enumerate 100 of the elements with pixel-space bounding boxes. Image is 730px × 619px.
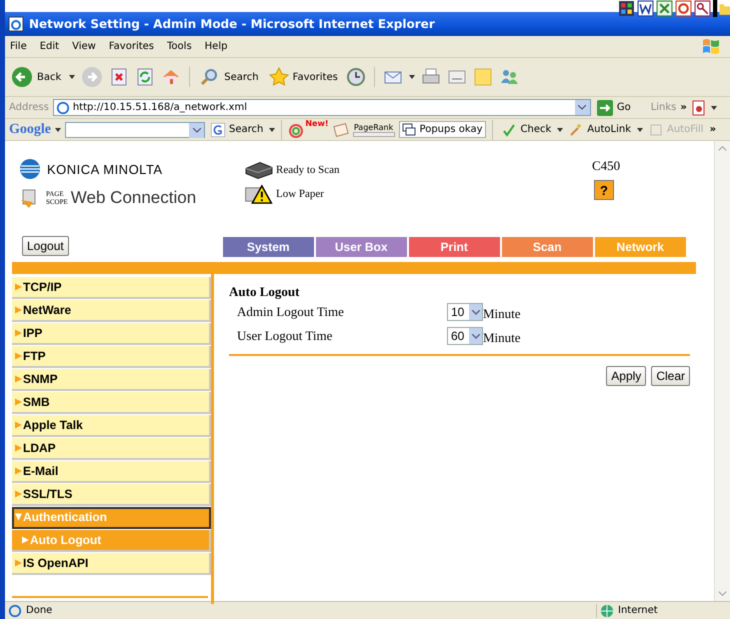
document-icon[interactable] bbox=[637, 0, 654, 17]
menu-item[interactable]: Edit bbox=[40, 41, 60, 52]
dropdown-caret-icon[interactable] bbox=[637, 128, 643, 132]
people-icon[interactable] bbox=[498, 67, 519, 87]
favorites-button[interactable]: Favorites bbox=[266, 67, 340, 87]
spreadsheet-icon[interactable] bbox=[656, 0, 673, 17]
history-icon[interactable] bbox=[346, 67, 366, 87]
address-label: Address bbox=[9, 102, 49, 113]
field-label: Admin Logout Time bbox=[237, 304, 345, 320]
triangle-icon bbox=[15, 352, 22, 360]
sidebar-item[interactable]: SMB bbox=[12, 392, 211, 414]
scanner-icon bbox=[244, 160, 274, 180]
triangle-icon bbox=[14, 514, 22, 520]
refresh-icon[interactable] bbox=[135, 67, 156, 87]
triangle-icon bbox=[15, 306, 22, 314]
model-name: C450 bbox=[592, 158, 620, 174]
pagerank-meter: PageRank bbox=[352, 122, 395, 136]
swirl-icon[interactable] bbox=[288, 122, 304, 138]
go-button[interactable]: Go bbox=[594, 100, 633, 116]
sidebar-item[interactable]: TCP/IP bbox=[12, 277, 211, 299]
triangle-icon bbox=[15, 375, 22, 383]
menu-item[interactable]: View bbox=[72, 41, 96, 52]
product-name: Web Connection bbox=[70, 188, 196, 208]
dropdown-caret-icon[interactable] bbox=[408, 75, 415, 79]
menu-item[interactable]: Help bbox=[204, 41, 228, 52]
back-button[interactable]: Back bbox=[9, 66, 64, 88]
triangle-icon bbox=[15, 444, 22, 452]
dropdown-caret-icon[interactable] bbox=[269, 128, 276, 132]
minutes-select[interactable]: 60 bbox=[447, 327, 483, 345]
folder-icon[interactable] bbox=[713, 0, 730, 17]
page-icon bbox=[8, 604, 22, 618]
sidebar-item[interactable]: IS OpenAPI bbox=[12, 553, 211, 575]
wand-icon bbox=[569, 122, 584, 136]
google-search-field[interactable] bbox=[65, 122, 205, 138]
presentation-icon[interactable] bbox=[675, 0, 692, 17]
dropdown-caret-icon[interactable] bbox=[69, 75, 76, 79]
new-label: New! bbox=[305, 119, 329, 128]
triangle-icon bbox=[15, 329, 22, 337]
dropdown-caret-icon[interactable] bbox=[55, 128, 61, 132]
windows-logo-icon bbox=[700, 37, 722, 55]
menu-item[interactable]: Tools bbox=[167, 41, 192, 52]
stop-icon[interactable] bbox=[109, 67, 130, 87]
help-button[interactable]: ? bbox=[594, 180, 614, 200]
spell-check-button[interactable]: Check bbox=[498, 122, 554, 138]
globe-logo-icon bbox=[19, 158, 41, 180]
sidebar-item[interactable]: NetWare bbox=[12, 300, 211, 322]
status-text: Done bbox=[26, 605, 54, 616]
unit-label: Minute bbox=[483, 330, 521, 346]
sidebar-item[interactable]: FTP bbox=[12, 346, 211, 368]
logout-button[interactable]: Logout bbox=[22, 236, 69, 256]
sidebar-item[interactable]: E-Mail bbox=[12, 461, 211, 483]
autolink-button[interactable]: AutoLink bbox=[567, 122, 633, 136]
triangle-icon bbox=[15, 398, 22, 406]
triangle-icon bbox=[15, 559, 22, 567]
triangle-icon bbox=[15, 467, 22, 475]
sidebar-item[interactable]: LDAP bbox=[12, 438, 211, 460]
sidebar-item[interactable]: IPP bbox=[12, 323, 211, 345]
address-field[interactable]: http://10.15.51.168/a_network.xml bbox=[52, 99, 591, 116]
popups-button[interactable]: Popups okay bbox=[398, 121, 486, 138]
form-button[interactable]: Clear bbox=[651, 366, 690, 386]
sidebar-item[interactable]: SSL/TLS bbox=[12, 484, 211, 506]
triangle-icon bbox=[15, 490, 22, 498]
dropdown-caret-icon[interactable] bbox=[557, 128, 564, 132]
sidebar-item[interactable]: SNMP bbox=[12, 369, 211, 391]
key-icon[interactable] bbox=[694, 0, 711, 17]
dropdown-caret-icon[interactable] bbox=[710, 106, 717, 110]
status-text: Low Paper bbox=[276, 188, 324, 200]
sidebar-item[interactable]: Apple Talk bbox=[12, 415, 211, 437]
app-icon[interactable] bbox=[618, 0, 635, 17]
triangle-icon bbox=[15, 283, 22, 291]
zone-text: Internet bbox=[618, 605, 658, 616]
windows-icon bbox=[402, 122, 416, 136]
section-title: Auto Logout bbox=[229, 284, 300, 300]
more-chevron[interactable]: » bbox=[680, 102, 687, 113]
warning-icon bbox=[244, 184, 274, 204]
nav-tab[interactable]: System bbox=[222, 236, 314, 256]
google-search-button[interactable]: Search bbox=[209, 122, 266, 136]
triangle-icon bbox=[15, 421, 22, 429]
globe-icon bbox=[600, 604, 614, 618]
menu-item[interactable]: Favorites bbox=[108, 41, 154, 52]
search-button[interactable]: Search bbox=[198, 67, 261, 87]
brand-name: KONICA MINOLTA bbox=[47, 162, 163, 176]
form-icon bbox=[649, 122, 663, 136]
browser-icon bbox=[8, 16, 24, 32]
news-icon[interactable] bbox=[332, 122, 349, 138]
google-logo[interactable]: Google bbox=[9, 122, 51, 138]
triangle-icon bbox=[22, 536, 29, 544]
home-icon[interactable] bbox=[161, 67, 182, 87]
minutes-select[interactable]: 10 bbox=[447, 303, 483, 321]
menu-item[interactable]: File bbox=[10, 41, 27, 52]
star-icon bbox=[268, 67, 289, 87]
checkmark-icon bbox=[500, 122, 517, 138]
form-button[interactable]: Apply bbox=[606, 366, 646, 386]
pdf-icon[interactable] bbox=[690, 100, 707, 116]
letter-g-icon bbox=[211, 122, 225, 136]
page-icon bbox=[56, 100, 70, 114]
more-chevron[interactable]: » bbox=[710, 124, 716, 135]
status-text: Ready to Scan bbox=[276, 164, 340, 176]
window-title: Network Setting - Admin Mode - Microsoft Internet Explorer bbox=[29, 17, 435, 31]
unit-label: Minute bbox=[483, 306, 521, 322]
